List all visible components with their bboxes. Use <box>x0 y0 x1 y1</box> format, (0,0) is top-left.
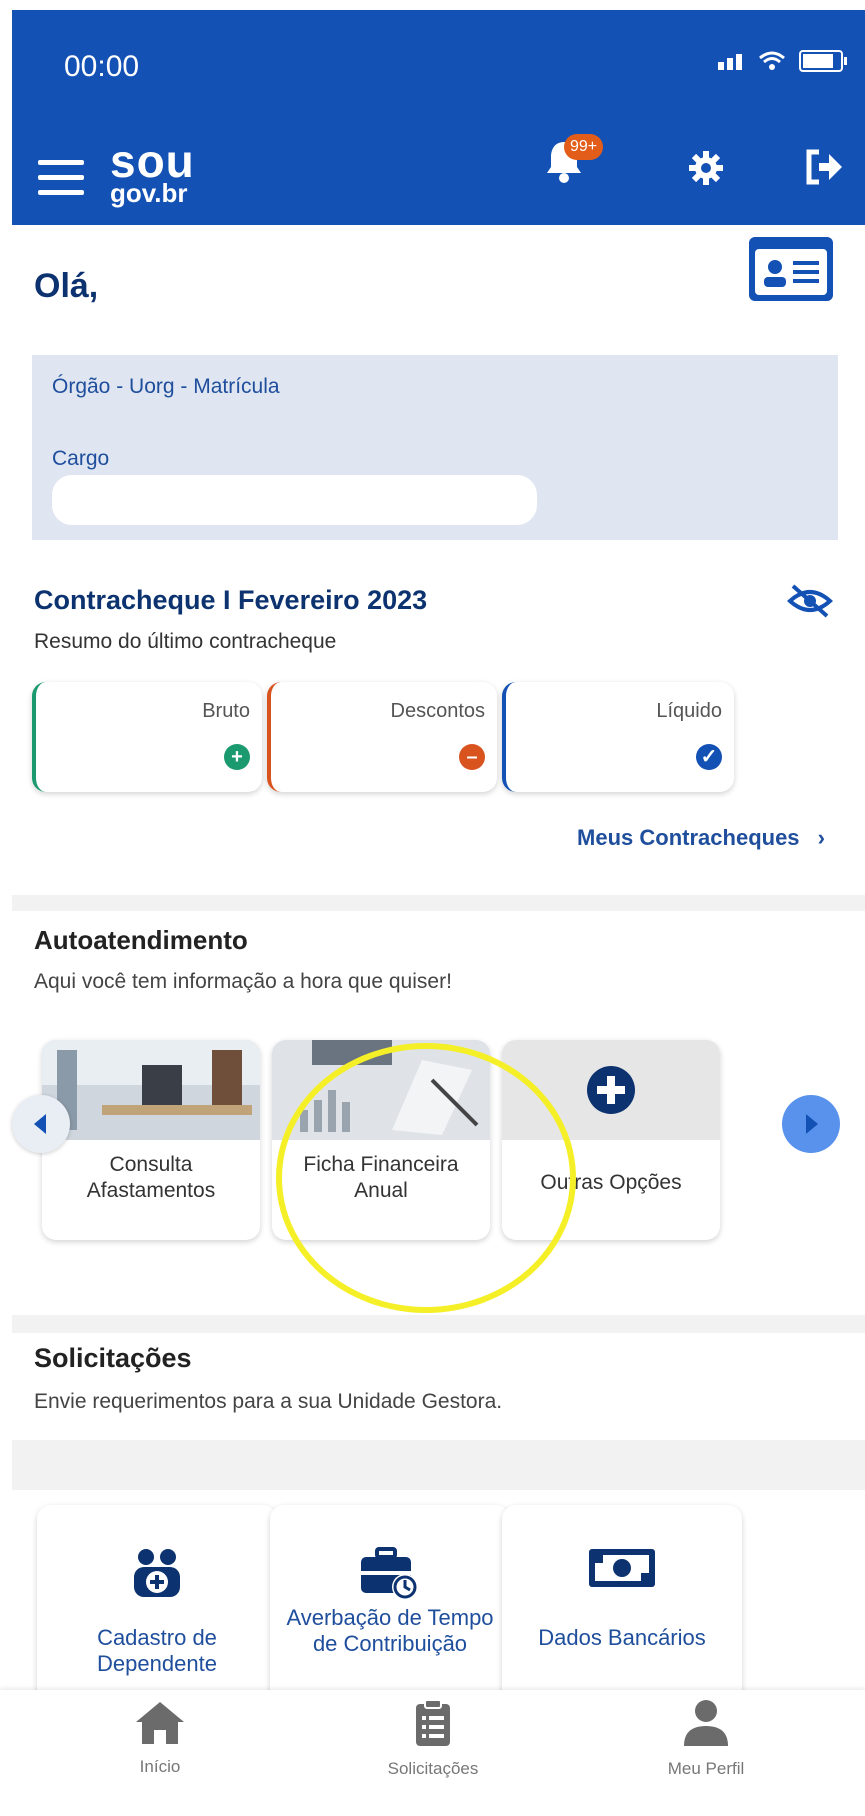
signal-icon <box>718 52 745 70</box>
plus-circle-icon: + <box>224 744 250 770</box>
sou-govbr-logo: sou gov.br <box>110 138 195 206</box>
notifications-button[interactable]: 99+ <box>544 134 604 189</box>
section-divider <box>12 1440 865 1490</box>
briefcase-clock-icon <box>361 1547 418 1600</box>
check-circle-icon: ✓ <box>696 744 722 770</box>
hide-values-button[interactable] <box>787 583 833 624</box>
request-card-bank-details[interactable]: Dados Bancários <box>502 1505 742 1705</box>
section-divider <box>12 895 865 911</box>
wifi-icon <box>759 51 785 70</box>
request-card-contribution-time[interactable]: Averbação de Tempo de Contribuição <box>270 1505 510 1705</box>
carousel-next-button[interactable] <box>782 1095 840 1153</box>
battery-icon <box>799 50 847 72</box>
id-card-icon <box>755 249 827 295</box>
net-card[interactable]: Líquido ✓ <box>502 682 734 792</box>
settings-button[interactable] <box>688 150 724 191</box>
tab-home[interactable]: Início <box>60 1698 260 1777</box>
status-time: 00:00 <box>64 50 140 83</box>
service-card-absences[interactable]: Consulta Afastamentos <box>42 1040 260 1240</box>
gear-icon <box>689 151 723 185</box>
office-photo <box>42 1040 260 1140</box>
app-header: 00:00 sou gov.br 99+ <box>12 10 865 225</box>
request-label: Dados Bancários <box>538 1625 706 1650</box>
clipboard-icon <box>416 1699 450 1746</box>
payslip-title: Contracheque I Fevereiro 2023 <box>34 585 428 615</box>
logout-icon <box>806 149 842 185</box>
dependents-icon <box>134 1549 180 1597</box>
my-payslips-link[interactable]: Meus Contracheques › <box>577 825 825 851</box>
requests-title: Solicitações <box>34 1343 192 1373</box>
chevron-right-icon <box>806 1114 818 1134</box>
tab-profile[interactable]: Meu Perfil <box>606 1698 806 1779</box>
plus-circle-icon <box>587 1066 635 1114</box>
redacted-role <box>52 475 537 525</box>
minus-circle-icon: – <box>459 744 485 770</box>
request-label: Averbação de Tempo de Contribuição <box>286 1605 494 1657</box>
deductions-card[interactable]: Descontos – <box>267 682 497 792</box>
carousel-prev-button[interactable] <box>12 1095 70 1153</box>
redacted-name <box>127 273 307 311</box>
yellow-highlight-circle <box>276 1043 576 1313</box>
status-icons <box>718 50 847 72</box>
chevron-left-icon <box>34 1114 46 1134</box>
payslip-subtitle: Resumo do último contracheque <box>34 630 337 653</box>
profile-icon <box>684 1700 728 1746</box>
app-screen: 00:00 sou gov.br 99+ Olá, Órgão - Uorg -… <box>0 0 865 1816</box>
greeting: Olá, <box>34 267 99 305</box>
org-label: Órgão - Uorg - Matrícula <box>52 375 280 398</box>
bottom-tab-bar: Início Solicitações Meu Perfil <box>0 1690 865 1816</box>
tab-label: Início <box>139 1757 181 1776</box>
menu-icon[interactable] <box>38 160 84 196</box>
self-service-subtitle: Aqui você tem informação a hora que quis… <box>34 970 452 993</box>
deductions-label: Descontos <box>390 700 486 722</box>
id-card-button[interactable] <box>749 237 833 301</box>
net-label: Líquido <box>656 700 722 722</box>
service-label: Consulta Afastamentos <box>86 1153 216 1203</box>
role-label: Cargo <box>52 447 110 470</box>
logout-button[interactable] <box>805 148 845 191</box>
employee-info-box: Órgão - Uorg - Matrícula Cargo <box>32 355 838 540</box>
requests-subtitle: Envie requerimentos para a sua Unidade G… <box>34 1390 503 1413</box>
tab-label: Solicitações <box>387 1759 479 1778</box>
home-icon <box>136 1702 184 1744</box>
request-card-dependent[interactable]: Cadastro de Dependente <box>37 1505 277 1705</box>
banknote-icon <box>589 1549 655 1587</box>
self-service-title: Autoatendimento <box>34 925 248 955</box>
notification-badge: 99+ <box>564 134 604 160</box>
tab-requests[interactable]: Solicitações <box>333 1698 533 1779</box>
tab-label: Meu Perfil <box>667 1759 745 1778</box>
my-payslips-label: Meus Contracheques <box>577 825 800 850</box>
chevron-right-icon: › <box>817 825 825 850</box>
gross-label: Bruto <box>202 700 250 722</box>
logo-bottom: gov.br <box>110 178 188 208</box>
request-label: Cadastro de Dependente <box>97 1625 217 1677</box>
gross-card[interactable]: Bruto + <box>32 682 262 792</box>
eye-off-icon <box>787 584 833 618</box>
section-divider <box>12 1315 865 1333</box>
